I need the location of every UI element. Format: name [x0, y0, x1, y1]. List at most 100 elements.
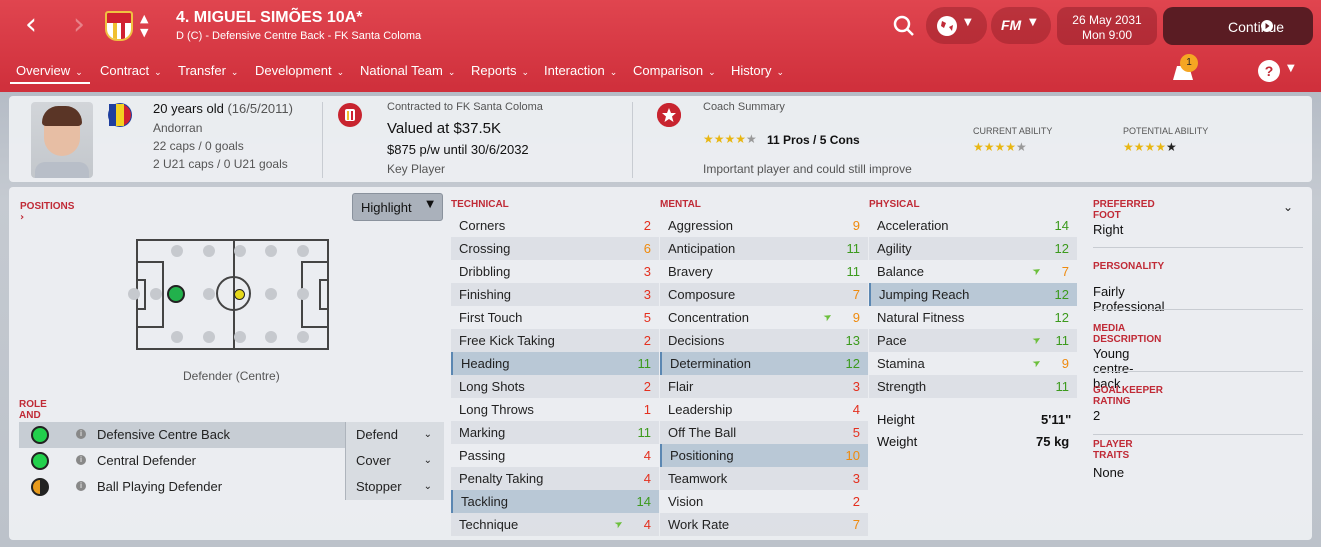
attribute-row[interactable]: Aggression 9: [660, 214, 868, 237]
page-title: 4. MIGUEL SIMÕES 10A*: [176, 9, 363, 26]
attribute-row[interactable]: Finishing 3: [451, 283, 659, 306]
attribute-name: Anticipation: [668, 241, 736, 256]
attribute-row[interactable]: Composure 7: [660, 283, 868, 306]
info-icon[interactable]: i: [76, 455, 86, 465]
chevron-down-icon: ⌄: [609, 68, 618, 78]
tab-contract[interactable]: Contract ⌄: [100, 63, 162, 78]
star-icon: [657, 103, 681, 127]
attribute-value: 4: [643, 471, 651, 486]
info-icon[interactable]: i: [76, 481, 86, 491]
attribute-row[interactable]: Flair 3: [660, 375, 868, 398]
attribute-row[interactable]: Agility 12: [869, 237, 1077, 260]
attribute-row[interactable]: Long Throws 1: [451, 398, 659, 421]
attribute-name: Composure: [668, 287, 736, 302]
club-crest-icon[interactable]: [105, 11, 133, 41]
tab-reports[interactable]: Reports ⌄: [471, 63, 529, 78]
info-icon[interactable]: i: [76, 429, 86, 439]
attribute-row[interactable]: Dribbling 3: [451, 260, 659, 283]
attribute-row[interactable]: Acceleration 14: [869, 214, 1077, 237]
chevron-up-icon[interactable]: ▲: [140, 12, 148, 25]
attribute-name: Crossing: [459, 241, 511, 256]
attribute-name: Balance: [877, 264, 924, 279]
current-time: Mon 9:00: [1081, 28, 1133, 42]
chevron-down-icon: ⌄: [447, 68, 456, 78]
attribute-row[interactable]: Crossing 6: [451, 237, 659, 260]
personality-label: PERSONALITY: [1093, 261, 1165, 272]
attribute-row[interactable]: Bravery 11: [660, 260, 868, 283]
preferred-foot-value: Right: [1093, 222, 1124, 237]
search-icon[interactable]: [893, 15, 915, 37]
continue-button[interactable]: Continue: [1163, 7, 1313, 45]
attribute-row[interactable]: Penalty Taking 4: [451, 467, 659, 490]
attribute-row[interactable]: Free Kick Taking 2: [451, 329, 659, 352]
world-menu-button[interactable]: ▼: [926, 7, 987, 44]
attribute-row[interactable]: Passing 4: [451, 444, 659, 467]
attribute-row[interactable]: Tackling 14: [451, 490, 659, 513]
tab-overview[interactable]: Overview ⌄: [16, 63, 83, 78]
goalkeeper-rating-value: 2: [1093, 408, 1101, 423]
positions-heading[interactable]: POSITIONS ›: [20, 201, 74, 223]
attribute-value: 14: [636, 494, 651, 509]
attribute-value: 12: [1054, 310, 1069, 325]
back-arrow-icon[interactable]: ‹: [16, 10, 46, 40]
attribute-row[interactable]: Leadership 4: [660, 398, 868, 421]
tab-development[interactable]: Development ⌄: [255, 63, 344, 78]
current-ability-stars: ★★★★★: [973, 140, 1027, 154]
attribute-name: Stamina: [877, 356, 925, 371]
play-circle-icon: [1261, 20, 1273, 32]
attribute-value: 11: [1055, 379, 1070, 394]
attribute-value: 7: [1061, 264, 1069, 279]
help-icon[interactable]: ?: [1258, 60, 1280, 82]
attribute-row[interactable]: Balance ➤ 7: [869, 260, 1077, 283]
attribute-value: 3: [643, 264, 651, 279]
current-ability-label: CURRENT ABILITY: [973, 126, 1053, 136]
nationality: Andorran: [153, 121, 203, 135]
tab-national-team[interactable]: National Team ⌄: [360, 63, 455, 78]
attribute-row[interactable]: Jumping Reach 12: [869, 283, 1077, 306]
attribute-row[interactable]: Anticipation 11: [660, 237, 868, 260]
progress-arrow-icon: ➤: [612, 517, 626, 532]
role-row[interactable]: i Defensive Centre Back Defend ⌄: [19, 422, 444, 448]
andorra-flag-icon: [108, 103, 132, 127]
attribute-row[interactable]: Strength 11: [869, 375, 1077, 398]
role-row[interactable]: i Central Defender Cover ⌄: [19, 448, 444, 474]
attribute-row[interactable]: Positioning 10: [660, 444, 868, 467]
attribute-row[interactable]: Decisions 13: [660, 329, 868, 352]
duty-dropdown[interactable]: Cover ⌄: [345, 448, 444, 474]
attribute-row[interactable]: Vision 2: [660, 490, 868, 513]
duty-dropdown[interactable]: Defend ⌄: [345, 422, 444, 448]
attribute-row[interactable]: First Touch 5: [451, 306, 659, 329]
duty-dropdown[interactable]: Stopper ⌄: [345, 474, 444, 500]
attribute-row[interactable]: Heading 11: [451, 352, 659, 375]
tab-comparison[interactable]: Comparison ⌄: [633, 63, 716, 78]
attribute-row[interactable]: Determination 12: [660, 352, 868, 375]
tab-history[interactable]: History ⌄: [731, 63, 784, 78]
attribute-name: Passing: [459, 448, 506, 463]
forward-arrow-icon[interactable]: ›: [64, 10, 94, 40]
attribute-name: First Touch: [459, 310, 523, 325]
attribute-row[interactable]: Teamwork 3: [660, 467, 868, 490]
chevron-down-icon[interactable]: ⌄: [1283, 200, 1293, 214]
attribute-row[interactable]: Marking 11: [451, 421, 659, 444]
attribute-name: Work Rate: [668, 517, 730, 532]
attribute-row[interactable]: Technique ➤ 4: [451, 513, 659, 536]
attribute-row[interactable]: Corners 2: [451, 214, 659, 237]
fm-menu-button[interactable]: FM ▼: [991, 7, 1051, 44]
attribute-row[interactable]: Pace ➤ 11: [869, 329, 1077, 352]
goalkeeper-rating-label: GOALKEEPER RATING: [1093, 385, 1164, 407]
attribute-row[interactable]: Stamina ➤ 9: [869, 352, 1077, 375]
attribute-row[interactable]: Natural Fitness 12: [869, 306, 1077, 329]
attribute-row[interactable]: Concentration ➤ 9: [660, 306, 868, 329]
attribute-row[interactable]: Work Rate 7: [660, 513, 868, 536]
role-row[interactable]: i Ball Playing Defender Stopper ⌄: [19, 474, 444, 500]
coach-stars: ★★★★★: [703, 132, 757, 146]
tab-transfer[interactable]: Transfer ⌄: [178, 63, 238, 78]
chevron-down-icon[interactable]: ▼: [1287, 63, 1295, 74]
date-display[interactable]: 26 May 2031 Mon 9:00: [1057, 7, 1157, 45]
chevron-down-icon[interactable]: ▼: [140, 26, 148, 39]
potential-ability-stars: ★★★★★: [1123, 140, 1177, 154]
attribute-row[interactable]: Long Shots 2: [451, 375, 659, 398]
tab-interaction[interactable]: Interaction ⌄: [544, 63, 617, 78]
highlight-dropdown[interactable]: Highlight ▼: [352, 193, 443, 221]
attribute-row[interactable]: Off The Ball 5: [660, 421, 868, 444]
